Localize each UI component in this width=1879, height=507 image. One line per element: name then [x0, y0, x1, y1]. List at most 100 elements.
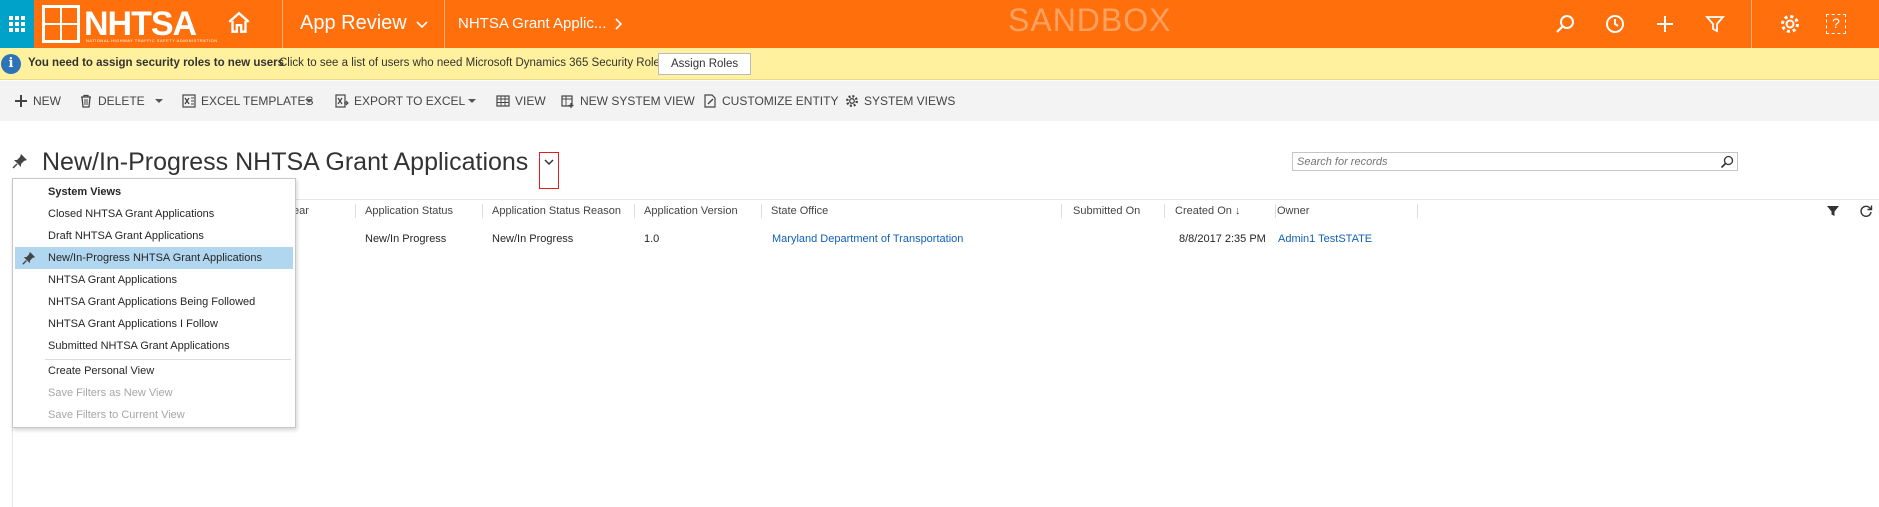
filter-icon[interactable] — [1826, 204, 1840, 218]
customize-icon — [704, 94, 716, 108]
menu-action-save-filters-new-view: Save Filters as New View — [48, 387, 173, 399]
column-divider[interactable] — [1061, 204, 1062, 218]
logo-subtitle: NATIONAL HIGHWAY TRAFFIC SAFETY ADMINIST… — [86, 38, 218, 43]
info-glyph: i — [8, 56, 14, 71]
assign-roles-button[interactable]: Assign Roles — [658, 53, 752, 75]
command-bar: NEW DELETE EXCEL TEMPLATES EXPORT TO EXC… — [0, 81, 1879, 121]
nav-divider — [282, 0, 283, 48]
column-header-state-office[interactable]: State Office — [771, 205, 828, 217]
view-label: VIEW — [515, 94, 546, 108]
export-to-excel-button[interactable]: EXPORT TO EXCEL — [335, 93, 465, 109]
trash-icon — [81, 94, 91, 108]
column-header-submitted-on[interactable]: Submitted On — [1073, 205, 1140, 217]
view-title: New/In-Progress NHTSA Grant Applications — [42, 148, 529, 176]
excel-templates-button[interactable]: EXCEL TEMPLATES — [182, 93, 313, 109]
help-icon[interactable]: ? — [1826, 14, 1846, 34]
view-selector-dropdown[interactable] — [539, 152, 559, 189]
help-glyph: ? — [1832, 15, 1840, 31]
menu-action-save-filters-current-view: Save Filters to Current View — [48, 409, 185, 421]
notification-title: You need to assign security roles to new… — [28, 57, 285, 69]
column-divider[interactable] — [634, 204, 635, 218]
view-grid-icon — [496, 95, 510, 107]
new-system-view-label: NEW SYSTEM VIEW — [580, 94, 695, 108]
column-divider[interactable] — [761, 204, 762, 218]
cell-application-version: 1.0 — [644, 233, 660, 245]
new-view-icon — [561, 95, 574, 108]
search-icon[interactable] — [1720, 155, 1734, 169]
column-header-application-status[interactable]: Application Status — [365, 205, 453, 217]
plus-icon — [15, 95, 27, 107]
gear-icon[interactable] — [1778, 12, 1802, 36]
delete-label: DELETE — [98, 94, 145, 108]
column-divider[interactable] — [355, 204, 356, 218]
cell-state-office-link[interactable]: Maryland Department of Transportation — [772, 233, 963, 245]
chevron-down-icon[interactable] — [303, 93, 315, 109]
cell-owner-link[interactable]: Admin1 TestSTATE — [1278, 233, 1372, 245]
new-system-view-button[interactable]: NEW SYSTEM VIEW — [561, 93, 695, 109]
column-divider[interactable] — [1164, 204, 1165, 218]
column-divider[interactable] — [1417, 204, 1418, 218]
app-title[interactable]: App Review — [300, 12, 407, 35]
excel-icon — [182, 94, 196, 108]
cell-application-status: New/In Progress — [365, 233, 447, 245]
history-icon[interactable] — [1603, 12, 1627, 36]
top-nav-bar: NHTSA NATIONAL HIGHWAY TRAFFIC SAFETY AD… — [0, 0, 1879, 48]
column-header-created-on[interactable]: Created On ↓ — [1175, 205, 1240, 217]
search-input[interactable] — [1293, 153, 1713, 170]
system-views-label: SYSTEM VIEWS — [864, 94, 956, 108]
view-button[interactable]: VIEW — [496, 93, 546, 109]
chevron-right-icon[interactable] — [610, 16, 626, 32]
view-selector-menu: System Views Closed NHTSA Grant Applicat… — [12, 178, 296, 428]
menu-item-submitted-applications[interactable]: Submitted NHTSA Grant Applications — [15, 335, 293, 357]
info-icon: i — [1, 54, 21, 74]
column-header-owner[interactable]: Owner — [1277, 205, 1309, 217]
home-icon[interactable] — [226, 10, 252, 36]
chevron-down-icon[interactable] — [153, 93, 165, 109]
cell-status-reason: New/In Progress — [492, 233, 574, 245]
notification-bar: i You need to assign security roles to n… — [0, 48, 1879, 80]
system-views-button[interactable]: SYSTEM VIEWS — [845, 93, 955, 109]
menu-item-closed-applications[interactable]: Closed NHTSA Grant Applications — [15, 203, 293, 225]
filter-icon[interactable] — [1703, 12, 1727, 36]
nav-divider — [1751, 0, 1752, 48]
column-divider[interactable] — [1275, 204, 1276, 218]
customize-entity-label: CUSTOMIZE ENTITY — [722, 94, 839, 108]
new-button[interactable]: NEW — [14, 93, 61, 109]
nhtsa-logo[interactable]: NHTSA NATIONAL HIGHWAY TRAFFIC SAFETY AD… — [42, 2, 217, 46]
waffle-icon[interactable] — [0, 0, 34, 48]
delete-button[interactable]: DELETE — [79, 93, 145, 109]
cell-created-on: 8/8/2017 2:35 PM — [1179, 233, 1266, 245]
gear-icon — [845, 94, 859, 108]
refresh-icon[interactable] — [1859, 204, 1873, 218]
export-excel-icon — [335, 94, 349, 108]
environment-label: SANDBOX — [1008, 2, 1172, 38]
menu-item-new-in-progress-applications[interactable]: New/In-Progress NHTSA Grant Applications — [15, 247, 293, 269]
menu-header-system-views: System Views — [48, 186, 122, 198]
logo-text: NHTSA — [84, 5, 197, 43]
chevron-down-icon[interactable] — [466, 93, 478, 109]
search-icon[interactable] — [1553, 12, 1577, 36]
customize-entity-button[interactable]: CUSTOMIZE ENTITY — [703, 93, 838, 109]
export-to-excel-label: EXPORT TO EXCEL — [354, 94, 466, 108]
chevron-down-icon[interactable] — [414, 16, 430, 32]
search-records-box — [1292, 152, 1738, 171]
column-header-application-version[interactable]: Application Version — [644, 205, 738, 217]
menu-item-i-follow[interactable]: NHTSA Grant Applications I Follow — [15, 313, 293, 335]
menu-action-create-personal-view[interactable]: Create Personal View — [15, 360, 293, 382]
logo-badge-icon — [42, 5, 80, 43]
pin-icon[interactable] — [12, 153, 28, 169]
breadcrumb-entity[interactable]: NHTSA Grant Applic... — [458, 15, 606, 32]
new-label: NEW — [33, 94, 61, 108]
pin-icon[interactable] — [22, 251, 36, 265]
plus-icon[interactable] — [1653, 12, 1677, 36]
sort-descending-icon: ↓ — [1234, 205, 1241, 217]
column-header-status-reason[interactable]: Application Status Reason — [492, 205, 621, 217]
menu-item-grant-applications[interactable]: NHTSA Grant Applications — [15, 269, 293, 291]
nav-divider — [444, 0, 445, 48]
menu-item-label: New/In-Progress NHTSA Grant Applications — [48, 252, 262, 264]
column-divider[interactable] — [482, 204, 483, 218]
created-on-label: Created On — [1175, 205, 1232, 217]
menu-item-draft-applications[interactable]: Draft NHTSA Grant Applications — [15, 225, 293, 247]
menu-item-being-followed[interactable]: NHTSA Grant Applications Being Followed — [15, 291, 293, 313]
notification-message[interactable]: Click to see a list of users who need Mi… — [279, 57, 669, 69]
